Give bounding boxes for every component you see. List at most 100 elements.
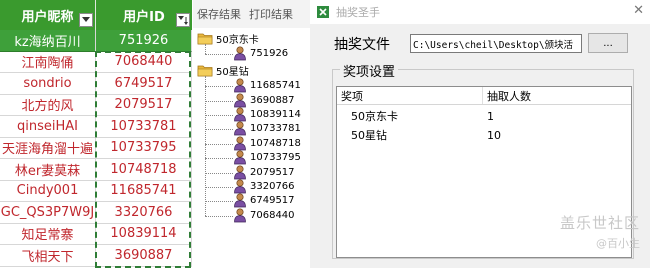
tree-connector — [205, 44, 206, 55]
watermark-line2: @百小生 — [596, 237, 640, 250]
tree-item-label: 10733795 — [250, 152, 301, 164]
app-icon — [317, 6, 329, 18]
tree-connector — [205, 86, 233, 88]
nickname-cell[interactable]: 江南陶俑 — [0, 51, 96, 73]
tree-connector — [205, 158, 233, 160]
tree-item-node[interactable]: 10733795 — [233, 150, 301, 165]
table-row[interactable]: 江南陶俑 7068440 — [0, 51, 193, 73]
table-row[interactable]: qinseiHAI 10733781 — [0, 116, 193, 138]
sheet-header-row: 用户昵称 用户ID — [0, 0, 193, 30]
tree-connector — [205, 129, 233, 131]
table-row[interactable]: sondrio 6749517 — [0, 73, 193, 95]
nickname-cell[interactable]: 知足常寨 — [0, 223, 96, 245]
table-row[interactable]: 飞相天下 3690887 — [0, 245, 193, 267]
user-icon — [233, 46, 247, 61]
tree-item-label: 10748718 — [250, 137, 301, 149]
nickname-cell[interactable]: GC_QS3P7W9J — [0, 202, 96, 224]
result-tree: 50京东卡 751926 50星钻 11685741 3690887 10839114 10… — [193, 28, 310, 268]
userid-cell[interactable]: 3690887 — [96, 245, 192, 267]
userid-cell[interactable]: 751926 — [96, 30, 192, 52]
header-nickname-label: 用户昵称 — [21, 9, 74, 25]
tree-item-node[interactable]: 2079517 — [233, 165, 295, 180]
tree-item-node[interactable]: 751926 — [233, 46, 288, 61]
userid-cell[interactable]: 6749517 — [96, 73, 192, 95]
userid-cell[interactable]: 7068440 — [96, 51, 192, 73]
table-row[interactable]: Cindy001 11685741 — [0, 180, 193, 202]
userid-cell[interactable]: 11685741 — [96, 180, 192, 202]
header-cell-userid[interactable]: 用户ID — [96, 0, 192, 30]
user-icon — [233, 208, 247, 223]
nickname-cell[interactable]: 林er妻莫菻 — [0, 159, 96, 181]
userid-cell[interactable]: 2079517 — [96, 94, 192, 116]
tree-item-label: 3690887 — [250, 94, 295, 106]
table-row[interactable]: 林er妻莫菻 10748718 — [0, 159, 193, 181]
close-icon[interactable]: ✕ — [633, 3, 644, 18]
tree-connector — [205, 201, 233, 203]
column-header-count[interactable]: 抽取人数 — [483, 87, 631, 104]
tree-connector — [205, 100, 233, 102]
prize-name: 50京东卡 — [351, 110, 398, 123]
user-icon — [233, 107, 247, 122]
user-icon — [233, 179, 247, 194]
table-row[interactable]: kz海纳百川 751926 — [0, 30, 193, 52]
watermark: 盖乐世社区 @百小生 — [536, 212, 640, 251]
tree-group-label: 50星钻 — [216, 66, 249, 78]
list-item[interactable]: 50星钻 10 — [337, 127, 631, 143]
file-path-input[interactable]: C:\Users\cheil\Desktop\颁块活 — [410, 34, 582, 53]
tree-connector — [205, 54, 233, 56]
file-label: 抽奖文件 — [334, 37, 390, 53]
userid-cell[interactable]: 10733795 — [96, 137, 192, 159]
tree-item-node[interactable]: 3690887 — [233, 93, 295, 108]
userid-cell[interactable]: 10733781 — [96, 116, 192, 138]
prize-count: 10 — [487, 128, 501, 142]
user-icon — [233, 193, 247, 208]
table-row[interactable]: 知足常寨 10839114 — [0, 223, 193, 245]
result-toolbar: 保存结果 打印结果 — [193, 0, 310, 28]
dialog-titlebar[interactable]: 抽奖圣手 ✕ — [310, 0, 650, 24]
table-row[interactable]: GC_QS3P7W9J 3320766 — [0, 202, 193, 224]
userid-cell[interactable]: 10748718 — [96, 159, 192, 181]
list-item[interactable]: 50京东卡 1 — [337, 108, 631, 124]
tree-item-label: 2079517 — [250, 166, 295, 178]
table-row[interactable]: 北方的风 2079517 — [0, 94, 193, 116]
nickname-cell[interactable]: qinseiHAI — [0, 116, 96, 138]
prize-list-header: 奖项 抽取人数 — [337, 87, 631, 105]
tree-item-node[interactable]: 11685741 — [233, 78, 301, 93]
column-header-prize[interactable]: 奖项 — [337, 87, 483, 104]
tree-connector — [205, 172, 233, 174]
browse-button[interactable]: ... — [588, 33, 628, 53]
userid-cell[interactable]: 3320766 — [96, 202, 192, 224]
nickname-cell[interactable]: sondrio — [0, 73, 96, 95]
filter-dropdown-icon[interactable] — [79, 13, 93, 27]
tree-connector — [205, 143, 233, 145]
spreadsheet: 用户昵称 用户ID kz海纳百川 751926 江南陶俑 7068440 sondrio… — [0, 0, 193, 268]
sort-filter-icon[interactable] — [176, 13, 190, 27]
nickname-cell[interactable]: kz海纳百川 — [0, 30, 96, 52]
tree-item-node[interactable]: 10748718 — [233, 136, 301, 151]
watermark-line1: 盖乐世社区 — [559, 214, 640, 232]
header-cell-nickname[interactable]: 用户昵称 — [0, 0, 96, 30]
tree-item-node[interactable]: 10839114 — [233, 107, 301, 122]
tree-item-label: 10733781 — [250, 123, 301, 135]
tree-item-label: 10839114 — [250, 109, 301, 120]
tree-item-node[interactable]: 6749517 — [233, 193, 295, 208]
tree-connector — [205, 75, 206, 216]
tree-item-node[interactable]: 3320766 — [233, 179, 295, 194]
table-row[interactable]: 天涯海角溜十遍 10733795 — [0, 137, 193, 159]
tree-item-node[interactable]: 10733781 — [233, 121, 301, 136]
header-userid-label: 用户ID — [123, 9, 165, 25]
nickname-cell[interactable]: 北方的风 — [0, 94, 96, 116]
save-results-button[interactable]: 保存结果 — [193, 6, 245, 22]
userid-cell[interactable]: 10839114 — [96, 223, 192, 245]
tree-group-node[interactable]: 50京东卡 — [197, 31, 259, 46]
tree-item-label: 11685741 — [250, 80, 301, 92]
prize-settings-title: 奖项设置 — [340, 61, 399, 80]
nickname-cell[interactable]: 飞相天下 — [0, 245, 96, 267]
nickname-cell[interactable]: 天涯海角溜十遍 — [0, 137, 96, 159]
tree-item-label: 6749517 — [250, 195, 295, 207]
nickname-cell[interactable]: Cindy001 — [0, 180, 96, 202]
print-results-button[interactable]: 打印结果 — [245, 6, 297, 22]
tree-item-label: 751926 — [250, 48, 289, 60]
user-icon — [233, 150, 247, 165]
tree-item-node[interactable]: 7068440 — [233, 208, 295, 223]
